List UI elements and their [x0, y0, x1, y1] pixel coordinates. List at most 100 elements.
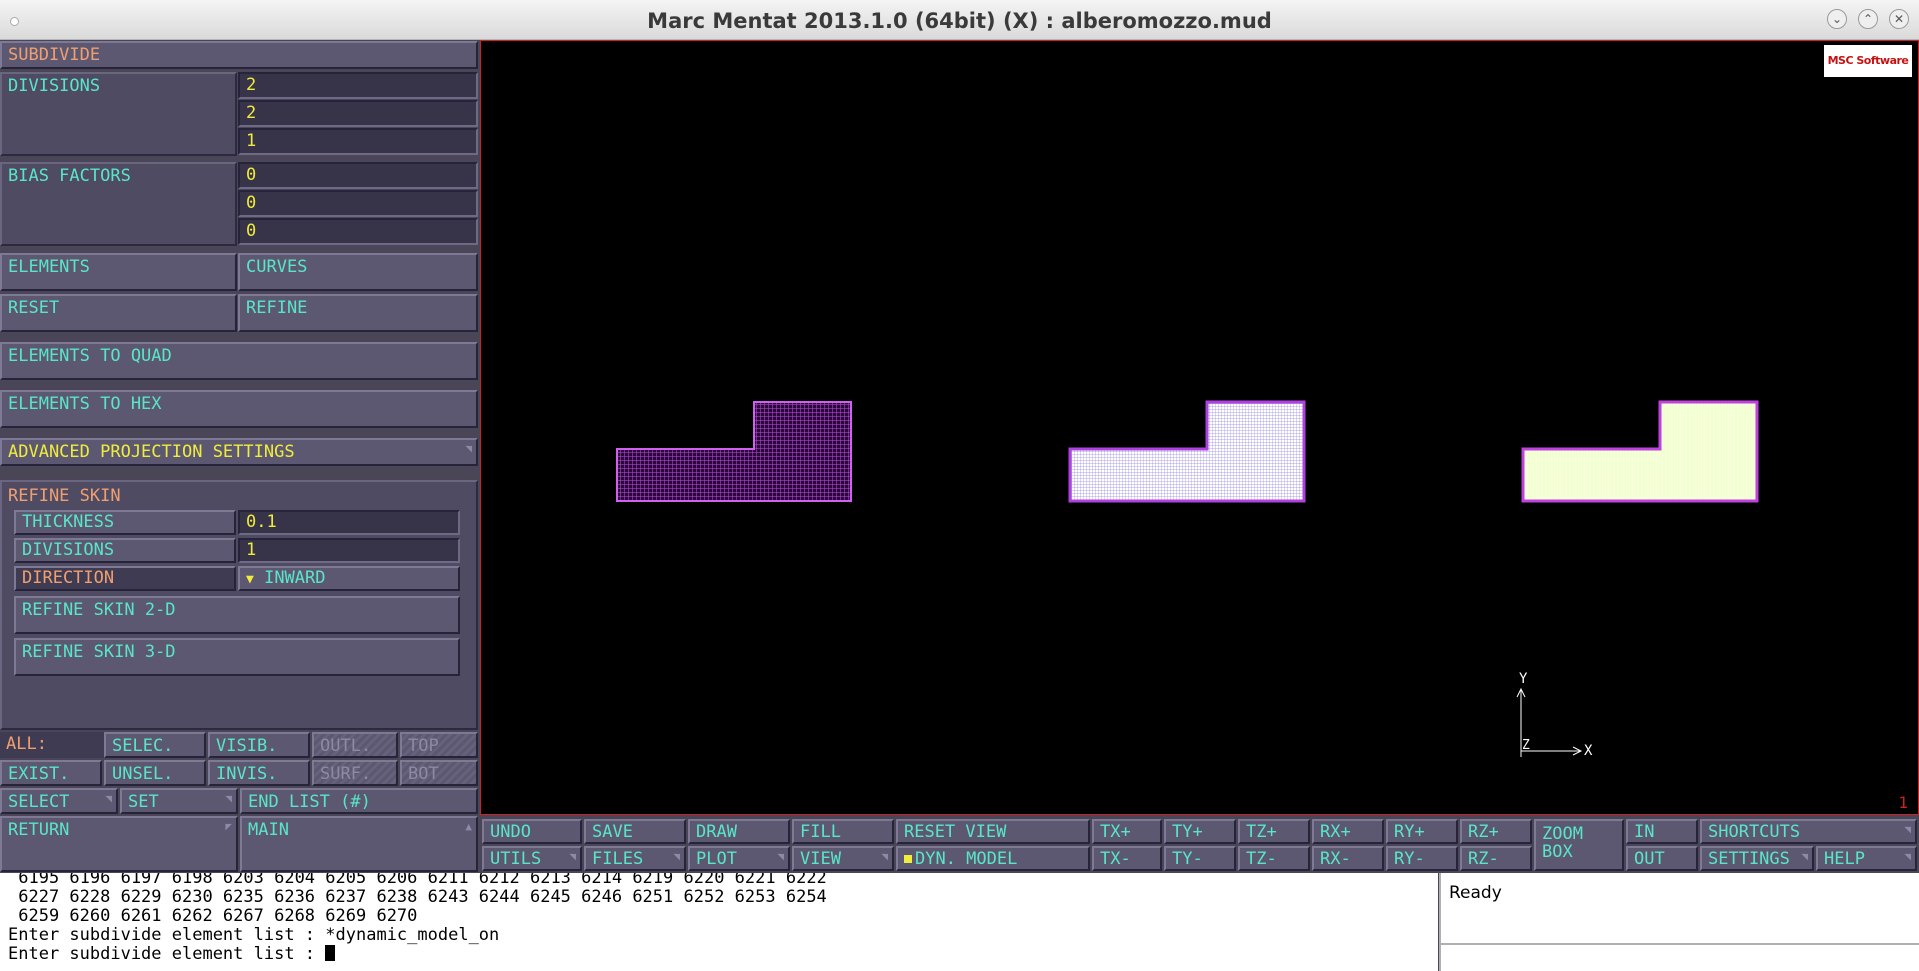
minimize-button[interactable]: ⌄	[1827, 9, 1847, 29]
main-button[interactable]: MAIN ▲	[240, 816, 478, 872]
ty-plus-button[interactable]: TY+	[1164, 819, 1236, 844]
return-label: RETURN	[8, 820, 70, 840]
graphics-viewport[interactable]: MSC Software Y X Z 1	[480, 40, 1919, 815]
divisions-v-field[interactable]: 2	[238, 100, 478, 127]
select-existing-button[interactable]: EXIST.	[0, 760, 102, 786]
status-panel: Ready	[1439, 873, 1919, 943]
zoom-box-button[interactable]: ZOOM BOX	[1534, 819, 1624, 871]
elements-to-hex-button[interactable]: ELEMENTS TO HEX	[0, 390, 478, 428]
tz-minus-button[interactable]: TZ-	[1238, 846, 1310, 871]
refine-skin-2d-button[interactable]: REFINE SKIN 2-D	[14, 596, 460, 634]
reset-button[interactable]: RESET	[0, 294, 237, 332]
zoom-out-button[interactable]: OUT	[1626, 846, 1698, 871]
direction-label: DIRECTION	[14, 566, 236, 591]
bias-factors-label: BIAS FACTORS	[8, 166, 131, 186]
select-invisible-button[interactable]: INVIS.	[208, 760, 310, 786]
files-label: FILES	[592, 849, 644, 869]
bias-w-field[interactable]: 0	[238, 218, 478, 245]
submenu-arrow-icon: ◥	[569, 850, 576, 863]
rx-plus-button[interactable]: RX+	[1312, 819, 1384, 844]
text-cursor	[325, 945, 336, 961]
return-button[interactable]: RETURN ◤	[0, 816, 238, 872]
toggle-on-indicator-icon	[904, 855, 912, 863]
submenu-arrow-icon: ◥	[881, 850, 888, 863]
close-button[interactable]: ✕	[1889, 9, 1909, 29]
reset-view-button[interactable]: RESET VIEW	[896, 819, 1090, 844]
console-line: Enter subdivide element list : *dynamic_…	[8, 925, 500, 945]
settings-button[interactable]: SETTINGS ◥	[1700, 846, 1814, 871]
axis-x-label: X	[1584, 743, 1593, 759]
submenu-arrow-icon: ◥	[1801, 850, 1808, 863]
main-label: MAIN	[248, 820, 289, 840]
select-label: SELECT	[8, 792, 70, 812]
ty-minus-button[interactable]: TY-	[1164, 846, 1236, 871]
status-secondary-panel	[1439, 943, 1919, 971]
bias-v-field[interactable]: 0	[238, 190, 478, 217]
view-button[interactable]: VIEW ◥	[792, 846, 894, 871]
bias-section: BIAS FACTORS	[0, 162, 237, 246]
thickness-field[interactable]: 0.1	[238, 510, 460, 535]
dyn-model-label: DYN. MODEL	[915, 849, 1018, 869]
skin-divisions-field[interactable]: 1	[238, 538, 460, 563]
command-input-line[interactable]: Enter subdivide element list :	[8, 945, 1438, 964]
zoom-in-button[interactable]: IN	[1626, 819, 1698, 844]
help-label: HELP	[1824, 849, 1865, 869]
draw-button[interactable]: DRAW	[688, 819, 790, 844]
panel-header: SUBDIVIDE	[0, 41, 478, 69]
files-button[interactable]: FILES ◥	[584, 846, 686, 871]
advanced-projection-label: ADVANCED PROJECTION SETTINGS	[8, 442, 295, 462]
ry-plus-button[interactable]: RY+	[1386, 819, 1458, 844]
divisions-u-field[interactable]: 2	[238, 72, 478, 99]
end-list-button[interactable]: END LIST (#)	[240, 788, 478, 814]
outline-button: OUTL.	[312, 732, 398, 758]
elements-to-quad-button[interactable]: ELEMENTS TO QUAD	[0, 342, 478, 380]
refine-skin-3d-button[interactable]: REFINE SKIN 3-D	[14, 638, 460, 676]
up-arrow-icon: ▲	[465, 820, 472, 833]
command-console[interactable]: 6195 6196 6197 6198 6203 6204 6205 6206 …	[0, 873, 1438, 971]
direction-dropdown[interactable]: ▼ INWARD	[238, 566, 460, 591]
undo-button[interactable]: UNDO	[482, 819, 582, 844]
back-arrow-icon: ◤	[225, 820, 232, 833]
rz-plus-button[interactable]: RZ+	[1460, 819, 1532, 844]
plot-button[interactable]: PLOT ◥	[688, 846, 790, 871]
dropdown-triangle-icon: ▼	[246, 572, 254, 587]
zoom-box-label-1: ZOOM	[1542, 824, 1583, 844]
surface-button: SURF.	[312, 760, 398, 786]
submenu-arrow-icon: ◥	[777, 850, 784, 863]
divisions-label: DIVISIONS	[8, 76, 101, 96]
set-menu-button[interactable]: SET ◥	[120, 788, 238, 814]
view-label: VIEW	[800, 849, 841, 869]
divisions-w-field[interactable]: 1	[238, 128, 478, 155]
mesh-part-3	[1521, 400, 1759, 503]
advanced-projection-button[interactable]: ADVANCED PROJECTION SETTINGS ◥	[0, 438, 478, 466]
select-visible-button[interactable]: VISIB.	[208, 732, 310, 758]
ry-minus-button[interactable]: RY-	[1386, 846, 1458, 871]
top-button: TOP	[400, 732, 478, 758]
fill-button[interactable]: FILL	[792, 819, 894, 844]
tx-minus-button[interactable]: TX-	[1092, 846, 1162, 871]
submenu-arrow-icon: ◥	[1904, 823, 1911, 836]
select-menu-button[interactable]: SELECT ◥	[0, 788, 118, 814]
refine-button[interactable]: REFINE	[238, 294, 478, 332]
bias-u-field[interactable]: 0	[238, 162, 478, 189]
rz-minus-button[interactable]: RZ-	[1460, 846, 1532, 871]
tz-plus-button[interactable]: TZ+	[1238, 819, 1310, 844]
curves-button[interactable]: CURVES	[238, 253, 478, 291]
maximize-button[interactable]: ⌃	[1858, 9, 1878, 29]
elements-button[interactable]: ELEMENTS	[0, 253, 237, 291]
shortcuts-button[interactable]: SHORTCUTS ◥	[1700, 819, 1917, 844]
mesh-part-1	[616, 401, 852, 502]
console-line: 6227 6228 6229 6230 6235 6236 6237 6238 …	[8, 887, 827, 907]
plot-label: PLOT	[696, 849, 737, 869]
dynamic-model-toggle[interactable]: DYN. MODEL	[896, 846, 1090, 871]
rx-minus-button[interactable]: RX-	[1312, 846, 1384, 871]
bottom-button: BOT	[400, 760, 478, 786]
save-button[interactable]: SAVE	[584, 819, 686, 844]
utils-button[interactable]: UTILS ◥	[482, 846, 582, 871]
tx-plus-button[interactable]: TX+	[1092, 819, 1162, 844]
select-unselected-button[interactable]: UNSEL.	[104, 760, 206, 786]
select-selected-button[interactable]: SELEC.	[104, 732, 206, 758]
help-button[interactable]: HELP ◥	[1816, 846, 1917, 871]
console-line: 6195 6196 6197 6198 6203 6204 6205 6206 …	[8, 873, 827, 888]
title-bar: Marc Mentat 2013.1.0 (64bit) (X) : alber…	[0, 0, 1919, 40]
